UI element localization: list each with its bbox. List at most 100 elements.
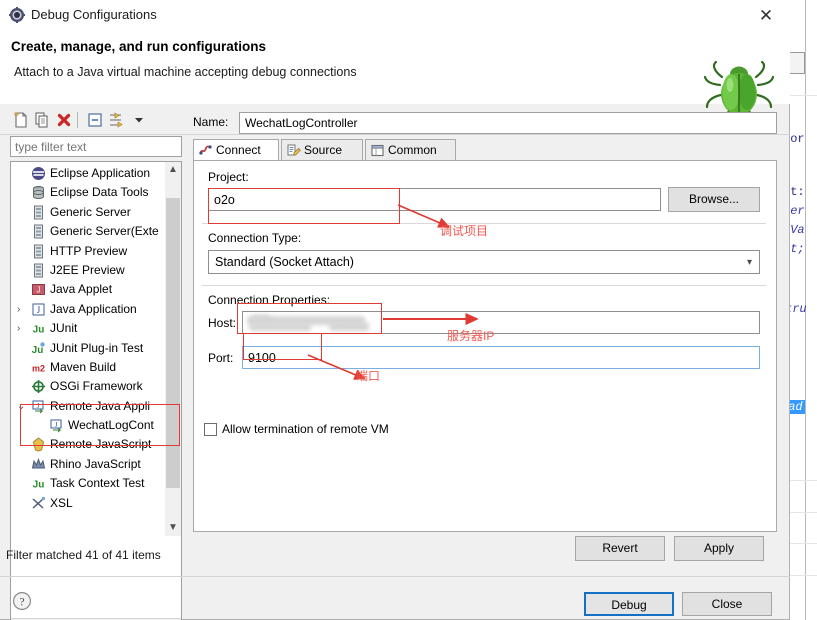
host-input[interactable] [242,311,760,334]
tree-item-http-preview[interactable]: HTTP Preview [11,242,166,261]
filter-icon[interactable] [107,111,125,129]
tree-item-label: HTTP Preview [50,243,128,258]
banner-subheading: Attach to a Java virtual machine accepti… [14,65,357,79]
junit-icon: Ju [31,321,46,336]
tree-twisty-spacer [17,377,27,396]
browse-button[interactable]: Browse... [668,187,760,212]
tree-item-junit-plug-in-test[interactable]: Ju JUnit Plug-in Test [11,339,166,358]
junit-plugin-icon: Ju [31,341,46,356]
svg-text:Ju: Ju [32,345,44,356]
project-input[interactable] [208,188,661,211]
tree-item-rhino-javascript[interactable]: Rhino JavaScript [11,455,166,474]
tree-item-maven-build[interactable]: m2 Maven Build [11,358,166,377]
chevron-down-icon[interactable] [130,111,148,129]
connection-type-combo[interactable]: Standard (Socket Attach) ▾ [208,250,760,274]
connection-properties-label: Connection Properties: [208,293,331,307]
tree-item-wechatlogcont[interactable]: J WechatLogCont [11,416,166,435]
scroll-up-arrow[interactable]: ▲ [165,162,181,178]
port-label: Port: [208,351,234,365]
tree-item-label: Rhino JavaScript [50,456,141,471]
svg-text:J: J [37,286,41,295]
tree-item-label: WechatLogCont [68,418,154,433]
tab-source[interactable]: Source [281,139,363,161]
connect-tab-panel: Project: Browse... Connection Type: Stan… [193,160,777,532]
connection-type-label: Connection Type: [208,231,302,245]
launch-configuration-tree-panel: Eclipse Application Eclipse Data Tools Gen… [6,108,186,620]
tree-item-java-applet[interactable]: J Java Applet [11,280,166,299]
svg-text:J: J [37,305,41,315]
new-document-icon[interactable] [12,111,30,129]
collapse-all-icon[interactable] [86,111,104,129]
filter-input[interactable] [10,136,182,157]
configuration-name-input[interactable] [239,112,777,134]
tree-item-j2ee-preview[interactable]: J2EE Preview [11,261,166,280]
tree-item-label: XSL [50,495,73,510]
tree-toolbar [6,108,186,132]
scroll-down-arrow[interactable]: ▼ [165,520,181,536]
tree-twisty-spacer [17,358,27,377]
tab-connect[interactable]: Connect [193,139,279,161]
red-x-delete-icon[interactable] [55,111,73,129]
tree-item-label: Remote Java Appli [50,398,151,413]
question-mark-icon[interactable]: ? [12,591,32,611]
tree-item-remote-javascript[interactable]: Remote JavaScript [11,435,166,454]
tree-item-label: Java Applet [50,282,113,297]
allow-termination-checkbox[interactable] [204,423,217,436]
server-icon [31,205,46,220]
source-icon [286,143,301,158]
tree-item-label: Generic Server [50,204,131,219]
tree-twisty-spacer [17,474,27,493]
tree-item-label: Java Application [50,301,137,316]
tab-connect-label: Connect [216,143,261,157]
tree-twisty-icon[interactable]: › [17,300,27,319]
connect-icon [198,143,213,158]
tree-item-eclipse-data-tools[interactable]: Eclipse Data Tools [11,183,166,202]
tree-item-label: Task Context Test [50,476,145,491]
port-input[interactable] [242,346,760,369]
debug-gear-icon [9,7,25,23]
tree-twisty-icon[interactable]: › [17,319,27,338]
revert-button[interactable]: Revert [575,536,665,561]
tree-item-generic-server-exte[interactable]: Generic Server(Exte [11,222,166,241]
server-icon [31,263,46,278]
svg-text:m2: m2 [32,363,45,373]
host-redacted-value [247,315,375,331]
revert-apply-row: Revert Apply [193,536,777,562]
close-icon[interactable]: ✕ [752,4,780,28]
tree-twisty-spacer [17,261,27,280]
tree-twisty-icon[interactable]: ⌄ [17,397,27,416]
tree-item-label: J2EE Preview [50,262,125,277]
tree-item-junit[interactable]: › Ju JUnit [11,319,166,338]
remote-js-icon [31,437,46,452]
vertical-scroll-thumb[interactable] [166,198,180,488]
tree-item-xsl[interactable]: XSL [11,494,166,513]
tree-item-label: Remote JavaScript [50,437,152,452]
tree-twisty-spacer [17,339,27,358]
name-label: Name: [193,115,229,129]
tree-twisty-spacer [17,164,27,183]
tree-item-generic-server[interactable]: Generic Server [11,203,166,222]
tree-item-remote-java-appli[interactable]: ⌄ J Remote Java Appli [11,397,166,416]
remote-java-icon: J [31,399,46,414]
tree-item-task-context-test[interactable]: Ju Task Context Test [11,474,166,493]
osgi-icon [31,379,46,394]
copy-icon[interactable] [33,111,51,129]
tree-item-label: OSGi Framework [50,379,143,394]
filter-status-label: Filter matched 41 of 41 items [6,548,161,562]
tree-twisty-spacer [17,435,27,454]
tab-common[interactable]: Common [365,139,456,161]
tree-item-osgi-framework[interactable]: OSGi Framework [11,377,166,396]
name-row: Name: [193,112,777,134]
debug-button[interactable]: Debug [584,592,674,616]
tree-item-eclipse-application[interactable]: Eclipse Application [11,164,166,183]
svg-text:Ju: Ju [33,325,45,336]
tree-item-java-application[interactable]: › J Java Application [11,300,166,319]
remote-java-icon: J [49,418,64,433]
tab-common-label: Common [388,143,437,157]
apply-button[interactable]: Apply [674,536,764,561]
tree-twisty-spacer [17,203,27,222]
tree-item-label: Maven Build [50,359,117,374]
allow-termination-label: Allow termination of remote VM [222,422,389,436]
close-button[interactable]: Close [682,592,772,616]
tree-vertical-scrollbar[interactable]: ▲ ▼ [165,162,181,536]
